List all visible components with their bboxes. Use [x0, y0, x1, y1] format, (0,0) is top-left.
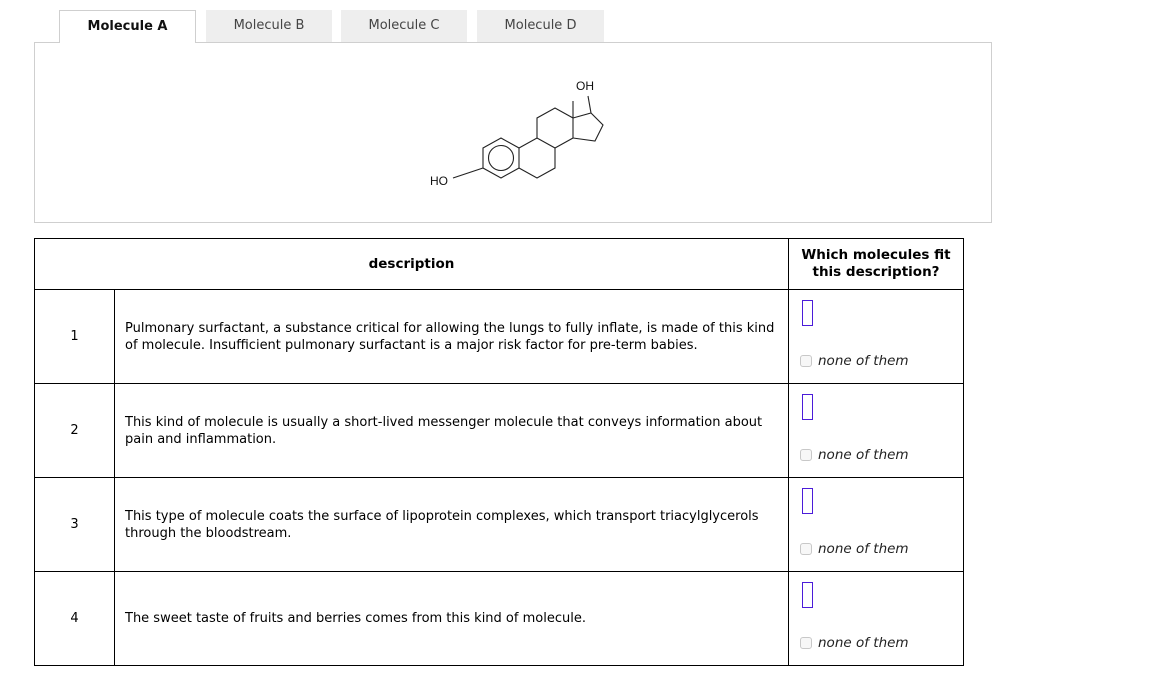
top-hydroxyl-label: OH [576, 79, 594, 93]
none-of-them-label: none of them [818, 447, 909, 463]
steroid-skeleton [452, 95, 604, 179]
tab-molecule-b[interactable]: Molecule B [206, 10, 332, 42]
row-index: 1 [34, 289, 115, 384]
none-of-them-checkbox[interactable] [800, 543, 812, 555]
none-of-them-option[interactable]: none of them [800, 635, 909, 651]
molecule-structure-diagram: OH HO [430, 79, 604, 188]
row-index: 3 [34, 477, 115, 572]
tab-molecule-d[interactable]: Molecule D [477, 10, 604, 42]
molecule-drop-zone[interactable] [802, 582, 813, 608]
header-description: description [34, 238, 789, 290]
none-of-them-checkbox[interactable] [800, 637, 812, 649]
table-row: 1 Pulmonary surfactant, a substance crit… [34, 289, 964, 384]
row-index: 4 [34, 571, 115, 666]
row-description: The sweet taste of fruits and berries co… [114, 571, 789, 666]
row-description: Pulmonary surfactant, a substance critic… [114, 289, 789, 384]
answer-cell: none of them [788, 289, 964, 384]
ring-d [572, 112, 604, 142]
none-of-them-option[interactable]: none of them [800, 353, 909, 369]
none-of-them-option[interactable]: none of them [800, 541, 909, 557]
header-which-molecules: Which molecules fit this description? [788, 238, 964, 290]
row-description: This type of molecule coats the surface … [114, 477, 789, 572]
none-of-them-checkbox[interactable] [800, 355, 812, 367]
row-index: 2 [34, 383, 115, 478]
answer-cell: none of them [788, 383, 964, 478]
aromatic-circle [487, 144, 515, 172]
bottom-hydroxyl-bond [452, 167, 484, 179]
table-header-row: description Which molecules fit this des… [34, 238, 964, 290]
table-row: 4 The sweet taste of fruits and berries … [34, 571, 964, 666]
none-of-them-checkbox[interactable] [800, 449, 812, 461]
none-of-them-label: none of them [818, 353, 909, 369]
bottom-hydroxyl-label: HO [430, 174, 448, 188]
molecule-panel: OH HO [34, 42, 992, 223]
table-row: 2 This kind of molecule is usually a sho… [34, 383, 964, 478]
molecule-drop-zone[interactable] [802, 394, 813, 420]
ring-b [518, 137, 556, 179]
row-description: This kind of molecule is usually a short… [114, 383, 789, 478]
description-table: description Which molecules fit this des… [34, 238, 964, 666]
top-hydroxyl-bond [587, 95, 592, 114]
table-row: 3 This type of molecule coats the surfac… [34, 477, 964, 572]
answer-cell: none of them [788, 571, 964, 666]
molecule-drop-zone[interactable] [802, 488, 813, 514]
none-of-them-option[interactable]: none of them [800, 447, 909, 463]
answer-cell: none of them [788, 477, 964, 572]
ring-c [536, 107, 574, 149]
none-of-them-label: none of them [818, 635, 909, 651]
none-of-them-label: none of them [818, 541, 909, 557]
molecule-drop-zone[interactable] [802, 300, 813, 326]
tab-molecule-c[interactable]: Molecule C [341, 10, 467, 42]
tab-molecule-a[interactable]: Molecule A [59, 10, 196, 43]
